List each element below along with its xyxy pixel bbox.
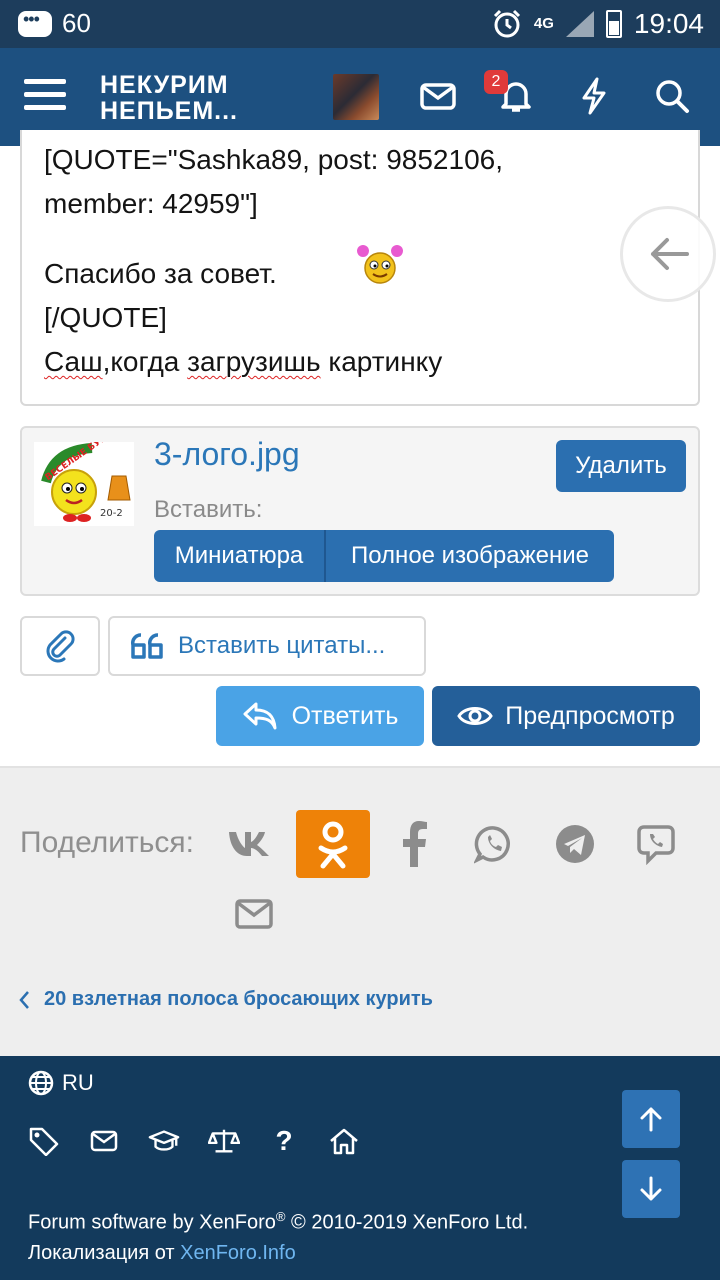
menu-icon[interactable] (24, 79, 66, 115)
insert-full-image-button[interactable]: Полное изображение (326, 530, 614, 582)
facebook-icon[interactable] (386, 816, 442, 872)
insert-thumbnail-button[interactable]: Миниатюра (154, 530, 326, 582)
editor-line: Спасибо за совет. (44, 258, 277, 289)
editor-line: [/QUOTE] (44, 302, 167, 333)
whatsapp-icon[interactable] (466, 816, 522, 872)
copyright-suffix: © 2010-2019 XenForo Ltd. (285, 1211, 529, 1234)
eye-icon (457, 707, 493, 725)
copyright-text: Forum software by XenForo® © 2010-2019 X… (28, 1202, 528, 1268)
arrow-left-icon (651, 238, 689, 270)
graduation-cap-icon[interactable] (148, 1126, 180, 1156)
editor-word: картинку (320, 346, 443, 377)
search-icon[interactable] (652, 76, 692, 116)
alerts-badge: 2 (484, 70, 508, 94)
language-selector[interactable]: RU (28, 1070, 94, 1096)
scales-icon[interactable] (208, 1126, 240, 1156)
breadcrumb-label: 20 взлетная полоса бросающих курить (44, 988, 433, 1010)
attachment-thumbnail[interactable]: ВЕСЕЛЫЕ БУБЕНЦЫ 20-2 (34, 415, 135, 526)
avatar[interactable] (333, 74, 379, 120)
battery-icon (605, 10, 622, 38)
preview-label: Предпросмотр (505, 701, 675, 730)
message-notification-icon (18, 9, 52, 37)
logo-line1: НЕКУРИМ (100, 71, 229, 99)
xenforo-info-link[interactable]: XenForo.Info (180, 1242, 296, 1264)
odnoklassniki-icon[interactable] (296, 810, 370, 878)
clock: 19:04 (633, 8, 704, 39)
insert-options: Миниатюра Полное изображение (154, 530, 614, 582)
reply-label: Ответить (291, 701, 399, 730)
attachment-filename[interactable]: 3-лого.jpg (154, 436, 300, 473)
copyright-prefix: Forum software by XenForo (28, 1211, 276, 1234)
editor-line: [QUOTE="Sashka89, post: 9852106, (44, 144, 503, 175)
scroll-bottom-button[interactable] (622, 1160, 680, 1218)
attach-files-button[interactable] (20, 616, 100, 676)
status-bar: 60 4G 19:04 (0, 0, 720, 48)
help-icon[interactable]: ? (268, 1125, 300, 1156)
viber-icon[interactable] (628, 816, 684, 872)
editor-line: Саш,когда загрузишь картинку (44, 346, 442, 378)
contact-mail-icon[interactable] (88, 1126, 120, 1156)
logo-line2: НЕПЬЕМ... (100, 97, 239, 125)
site-logo[interactable]: НЕКУРИМ НЕПЬЕМ... (100, 72, 238, 124)
insert-quotes-button[interactable]: Вставить цитаты... (108, 616, 426, 676)
editor-word: ,когда (102, 346, 188, 377)
misspelled-word: Саш (44, 346, 103, 377)
tags-icon[interactable] (28, 1126, 60, 1156)
misspelled-word: загрузишь (187, 346, 321, 377)
inbox-icon[interactable] (418, 76, 458, 116)
thumb-number: 20-2 (100, 508, 123, 519)
lightning-icon[interactable] (574, 76, 614, 116)
signal-icon (565, 11, 594, 37)
insert-quotes-label: Вставить цитаты... (178, 632, 386, 659)
back-button[interactable] (620, 206, 716, 302)
attachment-panel: ВЕСЕЛЫЕ БУБЕНЦЫ 20-2 3-лого.jpg Вставить… (20, 415, 700, 596)
share-section: Поделиться: 20 взлетная полоса бросающих… (0, 766, 720, 1056)
email-icon[interactable] (226, 886, 282, 942)
editor-line: member: 42959"] (44, 188, 258, 219)
home-icon[interactable] (328, 1126, 360, 1156)
reply-button[interactable]: Ответить (216, 686, 424, 746)
vk-icon[interactable] (222, 816, 278, 872)
telegram-icon[interactable] (547, 816, 603, 872)
share-label: Поделиться: (20, 826, 194, 859)
insert-label: Вставить: (154, 496, 263, 523)
paperclip-icon (46, 630, 75, 663)
arrow-down-icon (640, 1176, 662, 1201)
alarm-icon (493, 9, 520, 38)
localization-prefix: Локализация от (28, 1241, 181, 1264)
attachment-logo-image: ВЕСЕЛЫЕ БУБЕНЦЫ 20-2 (34, 415, 135, 526)
quote-icon (131, 633, 163, 659)
reply-icon (243, 702, 277, 730)
site-footer: RU ? Forum software by XenForo® © 2010-2… (0, 1056, 720, 1280)
scroll-top-button[interactable] (622, 1090, 680, 1148)
smiley-emoji-icon (357, 245, 403, 284)
delete-button[interactable]: Удалить (556, 440, 686, 492)
message-editor[interactable]: [QUOTE="Sashka89, post: 9852106, member:… (20, 130, 700, 406)
language-label: RU (62, 1070, 94, 1095)
notification-count: 60 (62, 8, 91, 38)
network-type: 4G (533, 15, 554, 32)
breadcrumb-back-link[interactable]: 20 взлетная полоса бросающих курить (18, 988, 433, 1011)
chevron-left-icon (19, 990, 29, 1009)
arrow-up-icon (640, 1107, 662, 1132)
globe-icon (28, 1070, 54, 1096)
preview-button[interactable]: Предпросмотр (432, 686, 700, 746)
